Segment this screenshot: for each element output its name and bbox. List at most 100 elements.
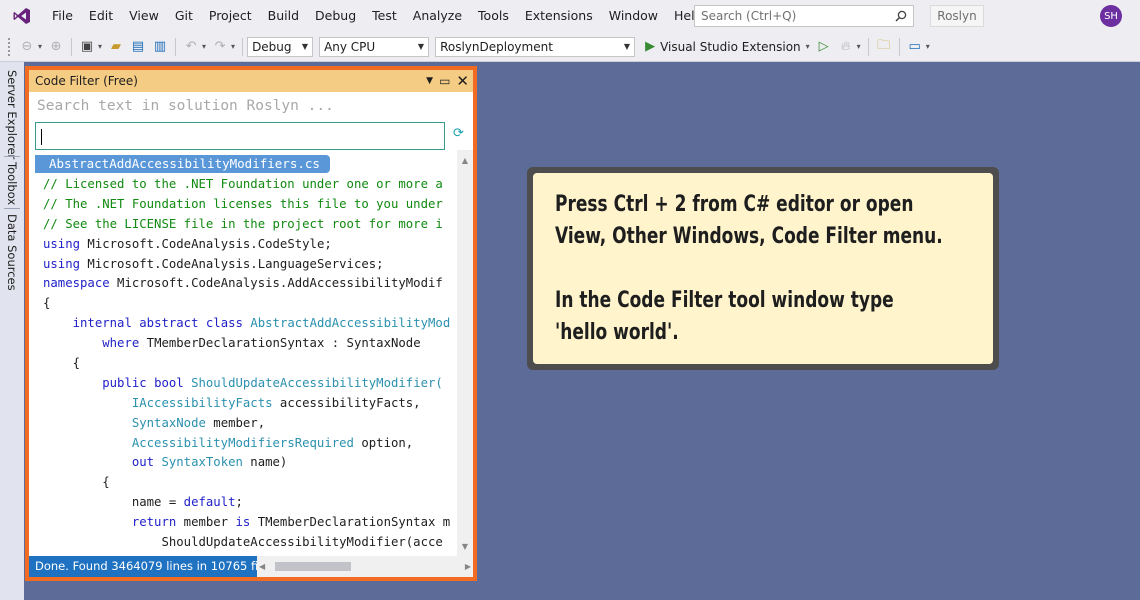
toolbar-overflow-icon[interactable]: ▾ bbox=[926, 42, 930, 51]
toolbar-grip[interactable] bbox=[8, 37, 12, 56]
code-token: TMemberDeclarationSyntax : SyntaxNode bbox=[139, 336, 421, 351]
scroll-left-icon[interactable]: ◀ bbox=[259, 556, 265, 577]
code-line: SyntaxNode member, bbox=[43, 414, 450, 434]
code-token: SyntaxToken bbox=[161, 455, 243, 470]
code-line: IAccessibilityFacts accessibilityFacts, bbox=[43, 394, 450, 414]
code-token: Microsoft.CodeAnalysis.AddAccessibilityM… bbox=[109, 276, 443, 291]
startup-project-select[interactable]: RoslynDeployment ▼ bbox=[435, 36, 636, 57]
menu-item-extensions[interactable]: Extensions bbox=[517, 0, 601, 32]
platform-select[interactable]: Any CPU ▼ bbox=[319, 36, 430, 57]
instruction-callout: Press Ctrl + 2 from C# editor or open Vi… bbox=[527, 167, 999, 370]
find-in-files-icon[interactable]: 🗀︎ bbox=[874, 37, 894, 57]
callout-line: Press Ctrl + 2 from C# editor or open bbox=[555, 192, 914, 217]
solution-name-badge[interactable]: Roslyn bbox=[930, 5, 984, 27]
navigate-back-icon[interactable]: ⊖ bbox=[17, 37, 37, 57]
chevron-down-icon: ▼ bbox=[417, 42, 425, 51]
filter-input[interactable] bbox=[35, 122, 445, 150]
toolbar-separator bbox=[242, 37, 244, 56]
code-token: IAccessibilityFacts bbox=[131, 395, 273, 410]
scroll-down-icon[interactable]: ▼ bbox=[457, 538, 473, 554]
code-token: option, bbox=[353, 435, 414, 450]
horizontal-scroll-thumb[interactable] bbox=[275, 562, 351, 571]
platform-value: Any CPU bbox=[324, 39, 376, 54]
status-bar: Done. Found 3464079 lines in 10765 files… bbox=[29, 556, 278, 577]
code-line: { bbox=[43, 354, 450, 374]
standard-toolbar: ⊖ ▾ ⊕ ▣ ▾ ▰ ▤ ▥ ↶ ▾ ↷ ▾ Debug ▼ Any CPU … bbox=[0, 32, 1140, 62]
undo-dropdown-icon[interactable]: ▾ bbox=[202, 42, 206, 51]
code-token: member bbox=[176, 515, 236, 530]
undo-icon[interactable]: ↶ bbox=[181, 37, 201, 57]
window-position-menu-icon[interactable]: ▼ bbox=[426, 76, 433, 86]
code-line: out SyntaxToken name) bbox=[43, 453, 450, 473]
menu-item-edit[interactable]: Edit bbox=[81, 0, 121, 32]
menu-item-debug[interactable]: Debug bbox=[307, 0, 364, 32]
menu-item-view[interactable]: View bbox=[121, 0, 167, 32]
horizontal-scrollbar[interactable]: ◀ ▶ bbox=[257, 556, 473, 577]
code-token: public bbox=[102, 375, 147, 390]
toolbar-separator bbox=[71, 37, 73, 56]
menu-item-build[interactable]: Build bbox=[260, 0, 307, 32]
configuration-value: Debug bbox=[252, 39, 292, 54]
tool-window-title-bar[interactable]: Code Filter (Free) ▼ ▭ ✕ bbox=[29, 70, 473, 92]
close-icon[interactable]: ✕ bbox=[456, 72, 469, 90]
vertical-scrollbar[interactable]: ▲ ▼ bbox=[457, 150, 473, 556]
code-line: { bbox=[43, 473, 450, 493]
code-filter-tool-window: Code Filter (Free) ▼ ▭ ✕ Search text in … bbox=[25, 66, 477, 581]
navigate-forward-icon[interactable]: ⊕ bbox=[46, 37, 66, 57]
toolbar-separator bbox=[867, 37, 869, 56]
start-debugging-button[interactable]: ▶ Visual Studio Extension ▾ bbox=[645, 39, 813, 54]
file-name-label[interactable]: AbstractAddAccessibilityModifiers.cs bbox=[35, 155, 330, 173]
refresh-icon[interactable]: ⟳ bbox=[453, 126, 464, 141]
callout-line: 'hello world'. bbox=[555, 320, 679, 345]
start-without-debugging-icon[interactable]: ▷ bbox=[814, 37, 834, 57]
code-token: name) bbox=[242, 455, 288, 470]
code-line: { bbox=[43, 294, 450, 314]
code-token: name = bbox=[43, 495, 184, 510]
global-search-placeholder: Search (Ctrl+Q) bbox=[701, 9, 797, 23]
global-search-input[interactable]: Search (Ctrl+Q) bbox=[694, 5, 914, 27]
code-token: out bbox=[131, 455, 155, 470]
new-project-icon[interactable]: ▣ bbox=[77, 37, 97, 57]
code-token: // Licensed to the .NET Foundation under… bbox=[43, 177, 443, 191]
search-icon bbox=[895, 10, 907, 22]
menu-bar: File Edit View Git Project Build Debug Test Anal… bbox=[0, 0, 1140, 32]
save-all-icon[interactable]: ▥ bbox=[150, 37, 170, 57]
menu-item-test[interactable]: Test bbox=[364, 0, 405, 32]
maximize-icon[interactable]: ▭ bbox=[439, 74, 450, 88]
code-token: SyntaxNode bbox=[131, 415, 206, 430]
window-layout-icon[interactable]: ▭ bbox=[905, 37, 925, 57]
tab-toolbox[interactable]: Toolbox bbox=[3, 162, 21, 205]
new-project-dropdown-icon[interactable]: ▾ bbox=[98, 42, 102, 51]
hot-reload-dropdown-icon[interactable]: ▾ bbox=[857, 42, 861, 51]
configuration-select[interactable]: Debug ▼ bbox=[247, 36, 314, 57]
open-folder-icon[interactable]: ▰ bbox=[106, 37, 126, 57]
code-token: bool bbox=[154, 375, 184, 390]
menu-item-tools[interactable]: Tools bbox=[470, 0, 517, 32]
menu-item-window[interactable]: Window bbox=[601, 0, 666, 32]
menu-item-file[interactable]: File bbox=[44, 0, 81, 32]
user-avatar[interactable]: SH bbox=[1100, 5, 1122, 27]
scroll-right-icon[interactable]: ▶ bbox=[465, 556, 471, 577]
chevron-down-icon[interactable]: ▾ bbox=[806, 42, 810, 51]
menu-item-project[interactable]: Project bbox=[201, 0, 260, 32]
code-token: member, bbox=[205, 415, 266, 430]
code-token: using bbox=[43, 256, 81, 271]
code-token: { bbox=[43, 296, 51, 311]
navigate-back-dropdown-icon[interactable]: ▾ bbox=[38, 42, 42, 51]
redo-dropdown-icon[interactable]: ▾ bbox=[231, 42, 235, 51]
tab-data-sources[interactable]: Data Sources bbox=[3, 214, 21, 291]
redo-icon[interactable]: ↷ bbox=[210, 37, 230, 57]
menu-items: File Edit View Git Project Build Debug Test Anal… bbox=[44, 0, 711, 32]
menu-item-git[interactable]: Git bbox=[167, 0, 201, 32]
hot-reload-icon[interactable]: 🔥︎ bbox=[836, 37, 856, 57]
save-icon[interactable]: ▤ bbox=[128, 37, 148, 57]
code-results-area[interactable]: AbstractAddAccessibilityModifiers.cs // … bbox=[29, 150, 457, 556]
menu-item-analyze[interactable]: Analyze bbox=[405, 0, 470, 32]
scroll-up-icon[interactable]: ▲ bbox=[457, 152, 473, 168]
code-token: ShouldUpdateAccessibilityModifier( bbox=[191, 375, 443, 390]
tab-server-explorer[interactable]: Server Explorer bbox=[3, 70, 21, 159]
